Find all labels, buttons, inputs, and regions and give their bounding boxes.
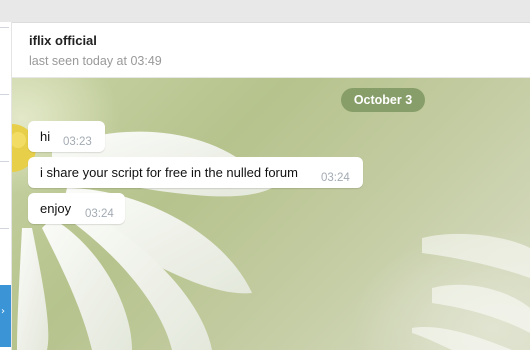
- message-bubble[interactable]: enjoy 03:24: [28, 193, 125, 224]
- message-text: enjoy: [40, 201, 72, 216]
- last-seen-status: last seen today at 03:49: [29, 54, 162, 68]
- message-text: i share your script for free in the null…: [40, 165, 298, 180]
- dialog-divider: [0, 228, 9, 229]
- message-time: 03:24: [321, 172, 350, 184]
- dialog-divider: [0, 27, 9, 28]
- dialogs-sidebar-edge[interactable]: ›: [0, 22, 12, 350]
- dialog-divider: [0, 161, 9, 162]
- window-top-bar: [0, 0, 530, 23]
- message-time: 03:24: [85, 208, 114, 220]
- active-dialog-indicator[interactable]: ›: [0, 285, 11, 347]
- chevron-right-icon: ›: [1, 306, 5, 317]
- message-bubble[interactable]: hi 03:23: [28, 121, 105, 152]
- message-text: hi: [40, 129, 51, 144]
- message-history[interactable]: October 3 hi 03:23 i share your script f…: [12, 78, 530, 350]
- date-separator: October 3: [341, 88, 425, 112]
- chat-title[interactable]: iflix official: [29, 33, 97, 48]
- chat-header[interactable]: iflix official last seen today at 03:49: [12, 23, 530, 78]
- message-time: 03:23: [63, 136, 92, 148]
- dialog-divider: [0, 94, 9, 95]
- message-bubble[interactable]: i share your script for free in the null…: [28, 157, 363, 188]
